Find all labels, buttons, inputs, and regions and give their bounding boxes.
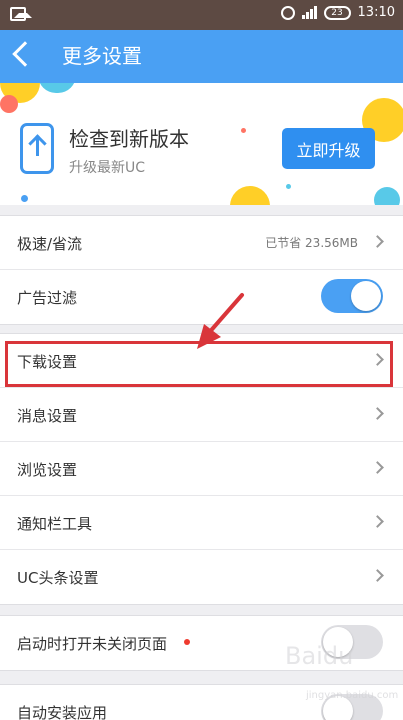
phone-update-icon: [20, 123, 54, 174]
decorative-dot-blue: [21, 195, 28, 202]
status-time: 13:10: [357, 5, 395, 20]
toggle-knob: [351, 281, 381, 311]
gallery-icon: [10, 7, 32, 21]
decorative-circle-cyan-right: [374, 187, 400, 205]
baidu-watermark-url: jingyan.baidu.com: [306, 690, 399, 701]
decorative-circle-red: [0, 95, 18, 113]
back-arrow-icon[interactable]: [12, 41, 38, 67]
page-title: 更多设置: [62, 44, 142, 68]
baidu-watermark: Baidu: [285, 642, 354, 670]
update-title: 检查到新版本: [69, 127, 189, 151]
alarm-icon: [280, 5, 295, 20]
chevron-right-icon: [371, 515, 384, 528]
auto-install-label: 自动安装应用: [17, 704, 108, 720]
top-app-bar: 更多设置: [0, 30, 403, 83]
chevron-right-icon: [371, 235, 384, 248]
notification-tools-label: 通知栏工具: [17, 515, 93, 533]
upgrade-now-button[interactable]: 立即升级: [282, 128, 375, 169]
setting-row-speed-saving[interactable]: 极速/省流 已节省 23.56MB: [0, 216, 403, 270]
update-subtitle: 升级最新UC: [69, 160, 146, 176]
setting-row-message[interactable]: 消息设置: [0, 388, 403, 442]
ad-filter-toggle[interactable]: [321, 279, 383, 313]
status-icons: 23 13:10: [280, 5, 395, 20]
new-badge-dot: [184, 639, 190, 645]
restore-pages-label: 启动时打开未关闭页面: [17, 635, 168, 653]
setting-row-uc-headlines[interactable]: UC头条设置: [0, 550, 403, 604]
battery-icon: 23: [323, 5, 351, 20]
chevron-right-icon: [371, 569, 384, 582]
signal-icon: [301, 6, 317, 19]
uc-headlines-label: UC头条设置: [17, 569, 99, 587]
ad-filter-label: 广告过滤: [17, 289, 78, 307]
chevron-right-icon: [371, 407, 384, 420]
setting-row-notification-tools[interactable]: 通知栏工具: [0, 496, 403, 550]
status-bar: 23 13:10: [0, 0, 403, 30]
decorative-dot-red: [241, 128, 246, 133]
setting-row-browse[interactable]: 浏览设置: [0, 442, 403, 496]
speed-saving-label: 极速/省流: [17, 235, 83, 253]
decorative-circle-cyan: [38, 83, 76, 93]
browse-settings-label: 浏览设置: [17, 461, 78, 479]
message-settings-label: 消息设置: [17, 407, 78, 425]
red-arrow-icon: [197, 293, 244, 349]
update-banner: 检查到新版本 升级最新UC 立即升级: [0, 83, 403, 205]
decorative-dot-cyan: [286, 184, 291, 189]
decorative-circle-yellow-bottom: [230, 186, 270, 205]
data-saved-value: 已节省 23.56MB: [265, 236, 358, 250]
chevron-right-icon: [371, 461, 384, 474]
